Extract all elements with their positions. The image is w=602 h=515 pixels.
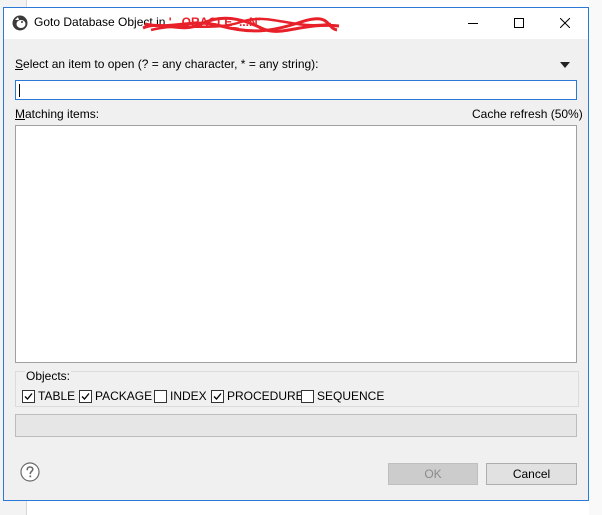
objects-checkbox-package[interactable]: PACKAGE	[79, 389, 152, 403]
search-prompt-label: Select an item to open (? = any characte…	[15, 57, 319, 71]
dbeaver-icon	[12, 15, 28, 31]
close-icon	[560, 18, 570, 28]
cancel-button[interactable]: Cancel	[486, 463, 577, 485]
cache-refresh-status: Cache refresh (50%)	[472, 107, 583, 121]
objects-group: Objects: TABLE PACKAGE INDEX PROCEDURE S…	[15, 369, 579, 407]
minimize-icon	[468, 23, 478, 24]
help-icon[interactable]	[20, 462, 40, 482]
checkbox-label: SEQUENCE	[317, 389, 385, 403]
checkbox-box[interactable]	[211, 389, 224, 403]
checkbox-label: INDEX	[170, 389, 207, 403]
search-prompt-mnemonic: S	[15, 57, 24, 71]
search-input[interactable]	[15, 80, 577, 100]
maximize-button[interactable]	[496, 8, 542, 38]
matching-items-list[interactable]	[15, 125, 577, 363]
progress-bar	[15, 414, 577, 437]
checkbox-box[interactable]	[301, 389, 314, 403]
matching-items-label: Matching items:	[15, 107, 99, 121]
search-prompt-text: elect an item to open (? = any character…	[23, 57, 319, 71]
objects-checkbox-table[interactable]: TABLE	[22, 389, 75, 403]
checkbox-box[interactable]	[154, 389, 167, 403]
objects-legend: Objects:	[25, 369, 72, 383]
close-button[interactable]	[542, 8, 588, 38]
checkbox-label: TABLE	[38, 389, 76, 403]
background-editor-area	[589, 0, 602, 515]
goto-database-object-dialog: Goto Database Object in '...ORACLE_...N'…	[3, 7, 589, 501]
dialog-content: Select an item to open (? = any characte…	[4, 39, 588, 500]
objects-checkbox-sequence[interactable]: SEQUENCE	[301, 389, 384, 403]
checkmark-icon	[24, 392, 33, 400]
text-caret	[19, 84, 20, 97]
title-bar[interactable]: Goto Database Object in '...ORACLE_...N'	[4, 8, 588, 39]
maximize-icon	[514, 18, 524, 28]
matching-items-text: atching items:	[25, 107, 100, 121]
objects-checkbox-index[interactable]: INDEX	[154, 389, 207, 403]
redaction-scribble	[142, 16, 340, 33]
minimize-button[interactable]	[450, 8, 496, 38]
checkbox-box[interactable]	[22, 389, 35, 403]
checkbox-label: PACKAGE	[95, 389, 153, 403]
ok-button[interactable]: OK	[388, 463, 478, 485]
checkmark-icon	[213, 392, 222, 400]
objects-checkbox-procedure[interactable]: PROCEDURE	[211, 389, 304, 403]
triangle-down-icon[interactable]	[560, 61, 570, 69]
checkbox-box[interactable]	[79, 389, 92, 403]
matching-items-mnemonic: M	[15, 107, 25, 121]
checkbox-label: PROCEDURE	[227, 389, 304, 403]
checkmark-icon	[81, 392, 90, 400]
